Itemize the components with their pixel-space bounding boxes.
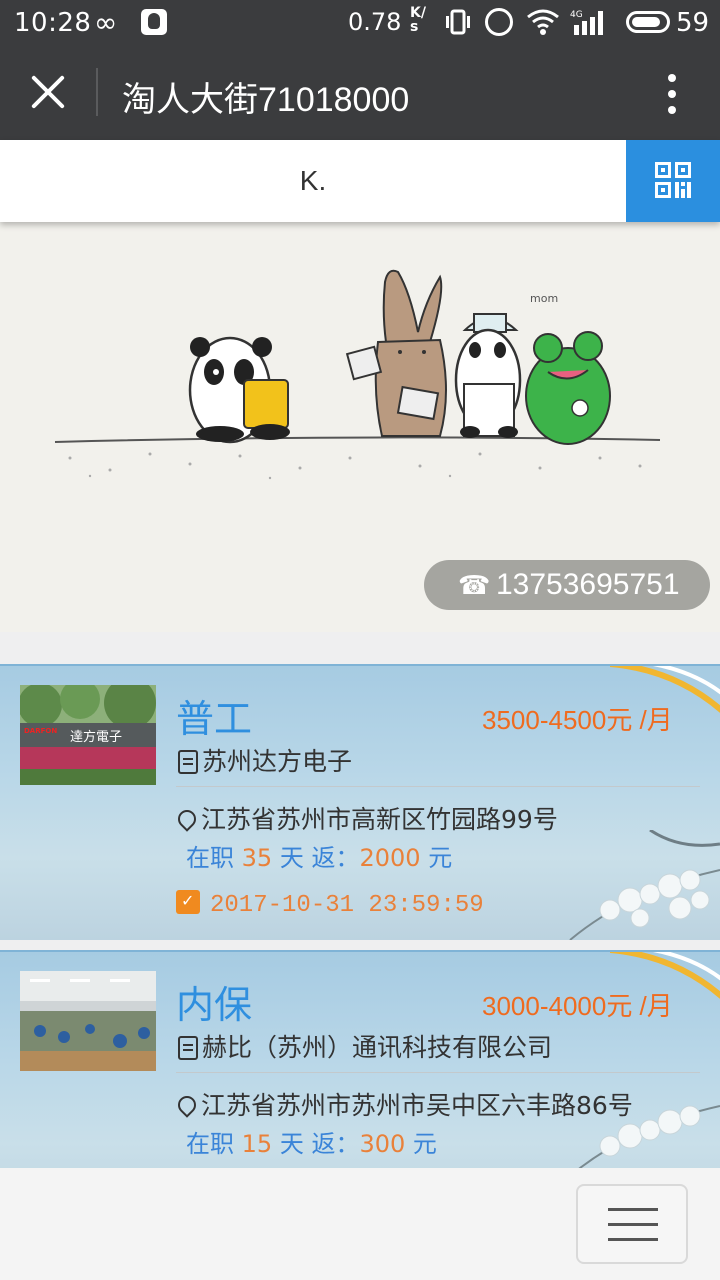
rebate-suffix: 元 xyxy=(428,844,453,872)
company-name: 苏州达方电子 xyxy=(178,742,352,778)
rabbit-figure xyxy=(345,269,447,437)
job-salary: 3000-4000元 /月 xyxy=(482,991,673,1021)
qr-code-icon xyxy=(655,162,691,198)
job-title: 内保 xyxy=(176,983,253,1027)
alarm-icon xyxy=(485,8,513,36)
job-title: 普工 xyxy=(176,697,253,741)
document-icon xyxy=(178,1036,198,1060)
wifi-icon xyxy=(527,9,559,35)
rebate-prefix: 在职 xyxy=(186,844,234,872)
calendar-check-icon xyxy=(176,890,200,914)
rebate-amount: 300 xyxy=(359,1130,406,1158)
company-photo: DARFON 達方電子 xyxy=(20,685,156,785)
menu-button[interactable] xyxy=(576,1184,688,1264)
battery-level: 59 xyxy=(676,8,710,38)
job-address: 江苏省苏州市苏州市吴中区六丰路86号 xyxy=(174,1086,633,1122)
rebate-suffix: 元 xyxy=(412,1130,437,1158)
search-row xyxy=(0,140,720,222)
company-name-text: 苏州达方电子 xyxy=(202,747,353,776)
location-pin-icon xyxy=(174,806,200,832)
rebate-days: 35 xyxy=(241,844,273,872)
menu-line-icon xyxy=(608,1223,658,1226)
panda-cap-figure xyxy=(454,313,522,438)
rebate-info: 在职 35 天 返：2000 元 xyxy=(186,838,452,873)
rebate-days: 15 xyxy=(241,1130,273,1158)
job-address: 江苏省苏州市高新区竹园路99号 xyxy=(174,800,558,836)
vibrate-icon xyxy=(446,9,470,35)
network-speed: 0.78 xyxy=(348,8,402,36)
signal-icon: 4G xyxy=(570,10,603,35)
rebate-mid: 天 返： xyxy=(279,1130,360,1158)
company-photo xyxy=(20,971,156,1071)
job-deadline: 2017-10-31 23:59:59 xyxy=(176,890,484,919)
close-button[interactable] xyxy=(28,72,68,112)
location-pin-icon xyxy=(174,1092,200,1118)
page-title: 淘人大街71018000 xyxy=(122,81,410,119)
menu-line-icon xyxy=(608,1238,658,1241)
network-speed-unit: K/s xyxy=(410,6,426,34)
title-divider xyxy=(96,68,98,116)
phone-number: 13753695751 xyxy=(496,568,680,601)
rebate-mid: 天 返： xyxy=(279,844,360,872)
card-divider xyxy=(176,1072,700,1073)
more-dot-icon xyxy=(668,90,676,98)
panda-laptop-figure xyxy=(188,336,290,444)
battery-icon xyxy=(626,11,670,33)
deadline-text: 2017-10-31 23:59:59 xyxy=(210,892,484,919)
phone-call-button[interactable]: ☎ 13753695751 xyxy=(424,560,710,610)
company-name: 赫比（苏州）通讯科技有限公司 xyxy=(178,1028,552,1064)
more-options-button[interactable] xyxy=(660,72,684,116)
rebate-amount: 2000 xyxy=(359,844,421,872)
infinity-icon: ∞ xyxy=(94,6,118,39)
address-text: 江苏省苏州市苏州市吴中区六丰路86号 xyxy=(201,1091,633,1120)
job-salary: 3500-4500元 /月 xyxy=(482,705,673,735)
title-bar: 淘人大街71018000 xyxy=(0,46,720,140)
qr-scan-button[interactable] xyxy=(626,140,720,222)
status-time: 10:28 xyxy=(14,8,92,38)
decorative-flower-branch xyxy=(569,830,720,940)
phone-icon: ☎ xyxy=(458,571,491,601)
more-dot-icon xyxy=(668,74,676,82)
card-divider xyxy=(176,786,700,787)
menu-line-icon xyxy=(608,1208,658,1211)
document-icon xyxy=(178,750,198,774)
job-card[interactable]: DARFON 達方電子 普工 3500-4500元 /月 苏州达方电子 江苏省苏… xyxy=(0,664,720,940)
photo-sign-logo: DARFON xyxy=(24,727,57,735)
status-bar: 10:28 ∞ 0.78 K/s 4G 59 xyxy=(0,0,720,46)
frog-figure: mom xyxy=(525,292,611,445)
rebate-prefix: 在职 xyxy=(186,1130,234,1158)
rebate-info: 在职 15 天 返：300 元 xyxy=(186,1124,437,1159)
photo-sign-text: 達方電子 xyxy=(70,729,122,745)
address-text: 江苏省苏州市高新区竹园路99号 xyxy=(201,805,558,834)
network-type-label: 4G xyxy=(570,10,583,20)
qq-icon xyxy=(141,9,167,35)
company-name-text: 赫比（苏州）通讯科技有限公司 xyxy=(202,1033,553,1062)
search-input[interactable] xyxy=(0,140,626,222)
speed-unit-bottom: s xyxy=(410,19,419,35)
svg-text:mom: mom xyxy=(530,292,558,305)
more-dot-icon xyxy=(668,106,676,114)
